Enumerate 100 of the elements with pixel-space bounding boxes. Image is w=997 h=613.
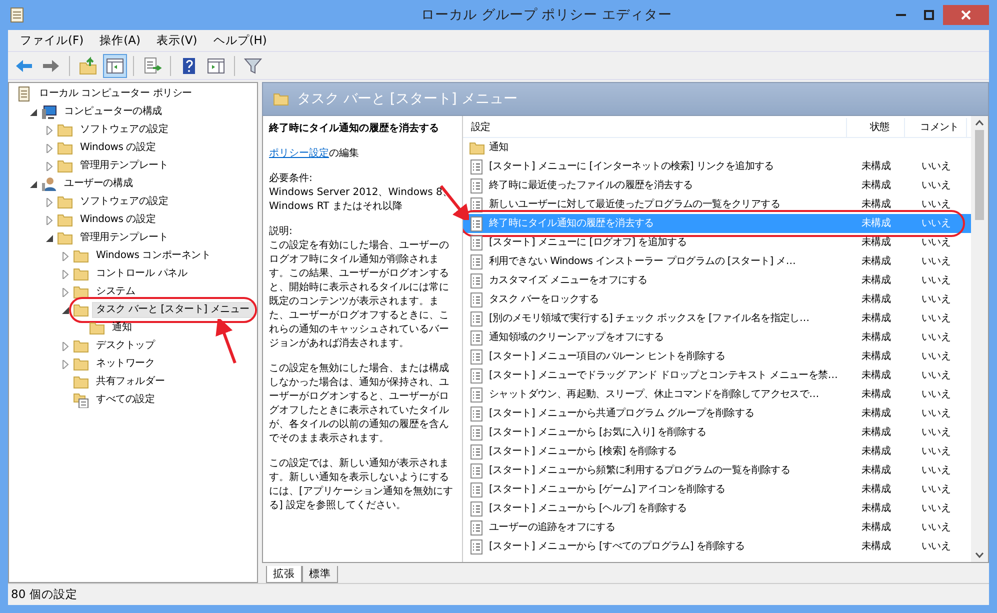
tree-item[interactable]: Windows の設定 [76, 140, 160, 156]
policy-row[interactable]: [スタート] メニューから [すべてのプログラム] を削除する 未構成 いいえ [463, 537, 971, 556]
folder-icon [73, 338, 89, 354]
policy-row[interactable]: 終了時に最近使ったファイルの履歴を消去する 未構成 いいえ [463, 176, 971, 195]
column-header[interactable]: コメント [905, 118, 967, 137]
tree-item[interactable]: コンピューターの構成 [60, 104, 166, 120]
collapsed-icon[interactable] [61, 288, 70, 296]
scroll-thumb[interactable] [975, 130, 984, 220]
policy-row[interactable]: [スタート] メニュー項目のバルーン ヒントを削除する 未構成 いいえ [463, 347, 971, 366]
comment-text: いいえ [921, 503, 951, 514]
collapsed-icon[interactable] [61, 270, 70, 278]
state-text: 未構成 [861, 351, 891, 362]
comment-text: いいえ [921, 522, 951, 533]
collapsed-icon[interactable] [45, 198, 54, 206]
tree-item[interactable]: すべての設定 [92, 392, 159, 408]
tree-item[interactable]: 通知 [108, 320, 136, 336]
state-text: 未構成 [861, 180, 891, 191]
policy-row[interactable]: [スタート] メニューに [ログオフ] を追加する 未構成 いいえ [463, 233, 971, 252]
comment-text: いいえ [921, 180, 951, 191]
setting-page-icon [469, 386, 485, 402]
tree-item[interactable]: Windows コンポーネント [92, 248, 215, 264]
expanded-icon[interactable] [45, 234, 54, 242]
setting-page-icon [469, 158, 485, 174]
computer-icon [41, 104, 57, 120]
scrollbar[interactable] [971, 116, 988, 562]
collapsed-icon[interactable] [45, 144, 54, 152]
column-header[interactable]: 状態 [847, 118, 905, 137]
tree-item[interactable]: ユーザーの構成 [60, 176, 137, 192]
tree-item[interactable]: ローカル コンピューター ポリシー [35, 86, 196, 102]
policy-row[interactable]: [スタート] メニューから [お気に入り] を削除する 未構成 いいえ [463, 423, 971, 442]
policy-row[interactable]: [スタート] メニューでドラッグ アンド ドロップとコンテキスト メニューを禁… 未構成 いいえ [463, 366, 971, 385]
policy-row[interactable]: 通知領域のクリーンアップをオフにする 未構成 いいえ [463, 328, 971, 347]
policy-row[interactable]: [スタート] メニューに [インターネットの検索] リンクを追加する 未構成 いいえ [463, 157, 971, 176]
expanded-icon[interactable] [29, 180, 38, 188]
comment-text: いいえ [921, 370, 951, 381]
setting-name: 通知領域のクリーンアップをオフにする [489, 331, 664, 344]
policy-row[interactable]: カスタマイズ メニューをオフにする 未構成 いいえ [463, 271, 971, 290]
state-text: 未構成 [861, 294, 891, 305]
expanded-icon[interactable] [61, 306, 70, 314]
policy-row[interactable]: 新しいユーザーに対して最近使ったプログラムの一覧をクリアする 未構成 いいえ [463, 195, 971, 214]
tree-item[interactable]: タスク バーと [スタート] メニュー [92, 302, 254, 318]
state-text: 未構成 [861, 275, 891, 286]
setting-name: [スタート] メニューから頻繁に利用するプログラムの一覧を削除する [489, 464, 790, 477]
tree-item[interactable]: コントロール パネル [92, 266, 192, 282]
policy-setting-link[interactable]: ポリシー設定 [269, 148, 329, 159]
collapsed-icon[interactable] [61, 252, 70, 260]
setting-name: タスク バーをロックする [489, 293, 599, 306]
tree-item[interactable]: ソフトウェアの設定 [76, 194, 172, 210]
tree-item[interactable]: 管理用テンプレート [76, 230, 172, 246]
policy-row[interactable]: シャットダウン、再起動、スリープ、休止コマンドを削除してアクセスで… 未構成 いいえ [463, 385, 971, 404]
collapsed-icon[interactable] [61, 342, 70, 350]
policy-row[interactable]: ユーザーの追跡をオフにする 未構成 いいえ [463, 518, 971, 537]
comment-text: いいえ [921, 446, 951, 457]
tree-item[interactable]: 管理用テンプレート [76, 158, 172, 174]
menu-item[interactable]: 表示(V) [148, 32, 206, 50]
folder-icon [469, 140, 485, 156]
tree-item[interactable]: ネットワーク [92, 356, 159, 372]
policy-row[interactable]: [スタート] メニューから [ヘルプ] を削除する 未構成 いいえ [463, 499, 971, 518]
policy-row[interactable]: 利用できない Windows インストーラー プログラムの [スタート] メ… 未構成 いいえ [463, 252, 971, 271]
setting-name: [スタート] メニューでドラッグ アンド ドロップとコンテキスト メニューを禁… [489, 369, 838, 382]
policy-row[interactable]: [別のメモリ領域で実行する] チェック ボックスを [ファイル名を指定し… 未構成 いいえ [463, 309, 971, 328]
policy-row[interactable]: [スタート] メニューから頻繁に利用するプログラムの一覧を削除する 未構成 いいえ [463, 461, 971, 480]
collapsed-icon[interactable] [45, 162, 54, 170]
tree-item[interactable]: Windows の設定 [76, 212, 160, 228]
collapsed-icon[interactable] [45, 126, 54, 134]
setting-page-icon [469, 424, 485, 440]
requirements-label: 必要条件: [269, 172, 314, 186]
setting-name: 通知 [489, 141, 508, 154]
policy-row[interactable]: [スタート] メニューから [ゲーム] アイコンを削除する 未構成 いいえ [463, 480, 971, 499]
collapsed-icon[interactable] [61, 360, 70, 368]
policy-row[interactable]: [スタート] メニューから [検索] を削除する 未構成 いいえ [463, 442, 971, 461]
close-button[interactable] [943, 5, 989, 25]
menu-item[interactable]: ファイル(F) [12, 32, 92, 50]
policy-row[interactable]: 通知 [463, 138, 971, 157]
tree-item[interactable]: システム [92, 284, 140, 300]
setting-page-icon [469, 234, 485, 250]
view-tab[interactable]: 標準 [302, 566, 338, 583]
folder-icon [57, 230, 73, 246]
scroll-icon [16, 86, 32, 102]
user-icon [41, 176, 57, 192]
state-text: 未構成 [861, 503, 891, 514]
collapsed-icon[interactable] [45, 216, 54, 224]
menu-item[interactable]: ヘルプ(H) [205, 32, 275, 50]
expanded-icon[interactable] [29, 108, 38, 116]
column-header[interactable]: 設定 [463, 118, 847, 137]
menu-item[interactable]: 操作(A) [92, 32, 148, 50]
toolbar-button[interactable] [103, 54, 127, 78]
view-tab[interactable]: 拡張 [266, 566, 302, 583]
tree-item[interactable]: デスクトップ [92, 338, 159, 354]
folder-icon [273, 91, 289, 107]
comment-text: いいえ [921, 256, 951, 267]
setting-name: ユーザーの追跡をオフにする [489, 521, 616, 534]
setting-page-icon [469, 500, 485, 516]
policy-row[interactable]: タスク バーをロックする 未構成 いいえ [463, 290, 971, 309]
setting-page-icon [469, 444, 485, 460]
tree-item[interactable]: ソフトウェアの設定 [76, 122, 172, 138]
tree-item[interactable]: 共有フォルダー [92, 374, 169, 390]
policy-row[interactable]: [スタート] メニューから共通プログラム グループを削除する 未構成 いいえ [463, 404, 971, 423]
filter-icon [243, 56, 263, 76]
app-icon [8, 6, 26, 24]
